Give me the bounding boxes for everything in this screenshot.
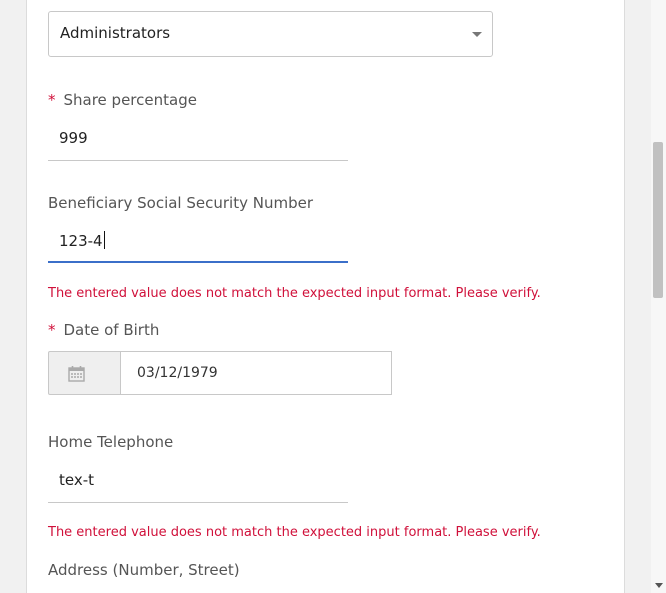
ssn-value-wrap: 123-4 — [59, 231, 105, 250]
share-percentage-label: * Share percentage — [48, 91, 197, 109]
calendar-icon — [68, 366, 85, 382]
ssn-error-message: The entered value does not match the exp… — [48, 286, 541, 301]
ssn-label: Beneficiary Social Security Number — [48, 194, 313, 212]
home-telephone-input[interactable]: tex-t — [48, 459, 348, 503]
required-mark: * — [48, 91, 56, 109]
vertical-scrollbar[interactable] — [651, 0, 666, 593]
group-select[interactable]: Administrators — [48, 11, 493, 57]
home-telephone-label: Home Telephone — [48, 433, 174, 451]
text-cursor — [103, 231, 105, 249]
dob-field: 03/12/1979 — [48, 351, 392, 395]
required-mark: * — [48, 321, 56, 339]
home-telephone-value: tex-t — [59, 471, 95, 489]
calendar-button[interactable] — [48, 351, 121, 395]
group-select-value: Administrators — [60, 24, 171, 42]
share-percentage-input[interactable]: 999 — [48, 117, 348, 161]
scroll-down-arrow-icon[interactable] — [655, 583, 663, 588]
dob-value: 03/12/1979 — [137, 365, 218, 381]
chevron-down-icon — [472, 32, 482, 37]
address-label: Address (Number, Street) — [48, 561, 240, 579]
ssn-input[interactable]: 123-4 — [48, 219, 348, 263]
dob-input[interactable]: 03/12/1979 — [120, 351, 392, 395]
scrollbar-thumb[interactable] — [653, 142, 663, 298]
ssn-value: 123-4 — [59, 232, 103, 250]
dob-label-text: Date of Birth — [63, 321, 160, 339]
share-percentage-label-text: Share percentage — [63, 91, 197, 109]
share-percentage-value: 999 — [59, 129, 88, 147]
home-telephone-error-message: The entered value does not match the exp… — [48, 525, 541, 540]
dob-label: * Date of Birth — [48, 321, 159, 339]
form-panel: Administrators * Share percentage 999 Ben… — [26, 0, 625, 593]
